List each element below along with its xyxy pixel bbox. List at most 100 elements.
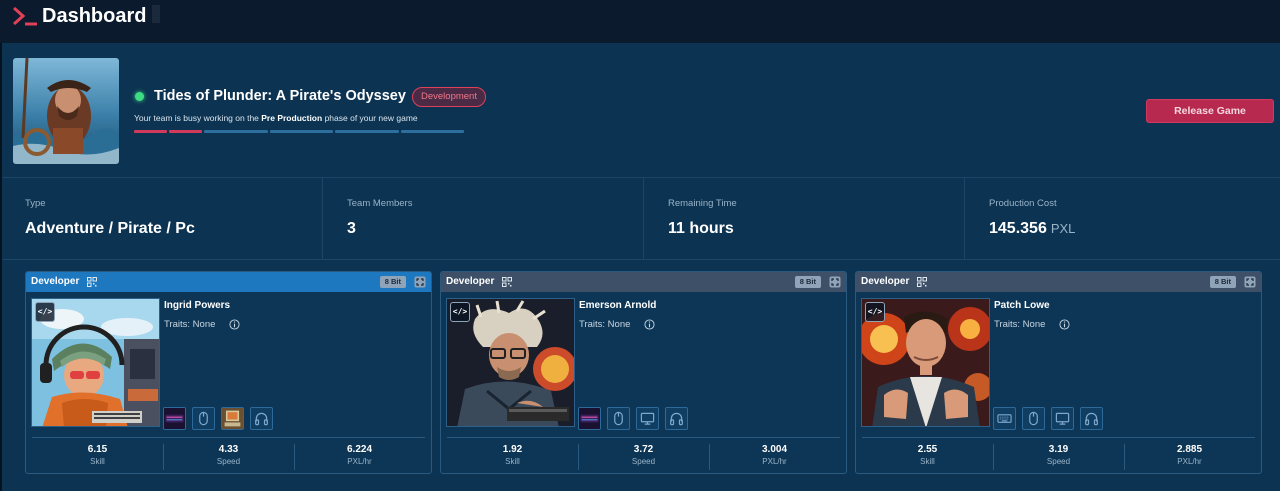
stat-label: Production Cost [989,198,1057,209]
stat-label: Type [25,198,46,209]
metric-skill: 1.92 Skill [447,438,578,473]
stat-separator [964,178,965,259]
gear-slot[interactable] [163,407,186,430]
left-edge [0,43,2,491]
gear-slot[interactable] [192,407,215,430]
progress-segment [400,130,464,133]
metric-separator [294,444,295,470]
developer-portrait: </> [861,298,990,427]
gear-slot[interactable] [578,407,601,430]
progress-segment [335,130,399,133]
card-header: Developer 8 Bit [26,272,431,292]
info-icon[interactable] [229,319,240,330]
developer-portrait: </> [446,298,575,427]
developer-role: Developer [31,276,80,287]
metric-label: Speed [631,457,656,466]
developer-name: Patch Lowe [994,300,1050,311]
stat-unit: PXL [1050,221,1076,236]
qr-code-icon[interactable] [502,277,512,287]
developer-card[interactable]: Developer 8 Bit </> Ingrid Powers Traits: No… [25,271,432,474]
expand-icon[interactable] [414,276,426,288]
release-game-button[interactable]: Release Game [1146,99,1274,123]
subtitle-pre: Your team is busy working on the [134,113,262,123]
metric-separator [578,444,579,470]
metric-value: 6.15 [87,444,108,455]
developer-card[interactable]: Developer 8 Bit </> Patch Lowe Traits: None 2… [855,271,1262,474]
metric-separator [709,444,710,470]
gear-slots [993,407,1103,430]
gear-slot[interactable] [607,407,630,430]
metric-value: 2.885 [1176,444,1203,455]
bit-badge: 8 Bit [1209,276,1236,288]
metric-label: Skill [90,457,105,466]
qr-code-icon[interactable] [917,277,927,287]
developer-metrics: 6.15 Skill 4.33 Speed 6.224 PXL/hr [32,437,425,472]
metric-label: Speed [1046,457,1071,466]
progress-segment [269,130,333,133]
metric-value: 1.92 [502,444,523,455]
expand-icon[interactable] [829,276,841,288]
terminal-logo-icon [13,6,37,26]
gear-slots [578,407,688,430]
progress-segment [134,130,167,133]
developer-name: Ingrid Powers [164,300,231,311]
gear-slot[interactable] [1022,407,1045,430]
stat-value-text: 3 [347,220,356,237]
phase-progress-bar [134,130,464,133]
stat-value: 145.356 PXL [989,220,1075,238]
stat-value-text: 145.356 [989,220,1047,237]
code-icon: </> [450,302,470,322]
developer-traits: Traits: None [579,319,631,330]
gear-slot[interactable] [221,407,244,430]
metric-label: PXL/hr [762,457,787,466]
metric-label: PXL/hr [347,457,372,466]
metric-value: 3.19 [1048,444,1069,455]
stat-label: Remaining Time [668,198,737,209]
metric-pxlhr: 2.885 PXL/hr [1124,438,1255,473]
gear-slot[interactable] [250,407,273,430]
metric-pxlhr: 6.224 PXL/hr [294,438,425,473]
stats-bottom-divider [2,259,1280,260]
subtitle-post: phase of your new game [322,113,418,123]
info-icon[interactable] [1059,319,1070,330]
metric-separator [993,444,994,470]
gear-slot[interactable] [993,407,1016,430]
metric-pxlhr: 3.004 PXL/hr [709,438,840,473]
top-bar: Dashboard [0,0,1280,43]
status-badge: Development [412,87,486,107]
developer-metrics: 1.92 Skill 3.72 Speed 3.004 PXL/hr [447,437,840,472]
developer-traits: Traits: None [994,319,1046,330]
developer-role: Developer [861,276,910,287]
stat-value: 11 hours [668,220,734,238]
stat-value-text: Adventure / Pirate / Pc [25,220,195,237]
info-icon[interactable] [644,319,655,330]
developer-role: Developer [446,276,495,287]
metric-speed: 3.19 Speed [993,438,1124,473]
metric-label: Skill [920,457,935,466]
stat-separator [322,178,323,259]
gear-slot[interactable] [665,407,688,430]
gear-slot[interactable] [1051,407,1074,430]
metric-label: Speed [216,457,241,466]
metric-label: Skill [505,457,520,466]
card-header: Developer 8 Bit [856,272,1261,292]
stat-type: Type Adventure / Pirate / Pc [0,178,316,259]
metric-value: 6.224 [346,444,373,455]
stat-label: Team Members [347,198,413,209]
project-title: Tides of Plunder: A Pirate's Odyssey [154,88,406,104]
stat-team-members: Team Members 3 [322,178,638,259]
qr-code-icon[interactable] [87,277,97,287]
progress-segment [169,130,202,133]
card-header: Developer 8 Bit [441,272,846,292]
developer-card[interactable]: Developer 8 Bit </> Emerson Arnold Traits: N… [440,271,847,474]
bit-badge: 8 Bit [794,276,821,288]
status-indicator [135,92,144,101]
metric-value: 3.72 [633,444,654,455]
gear-slot[interactable] [1080,407,1103,430]
bit-badge: 8 Bit [379,276,406,288]
expand-icon[interactable] [1244,276,1256,288]
gear-slot[interactable] [636,407,659,430]
code-icon: </> [35,302,55,322]
metric-speed: 4.33 Speed [163,438,294,473]
developer-name: Emerson Arnold [579,300,657,311]
